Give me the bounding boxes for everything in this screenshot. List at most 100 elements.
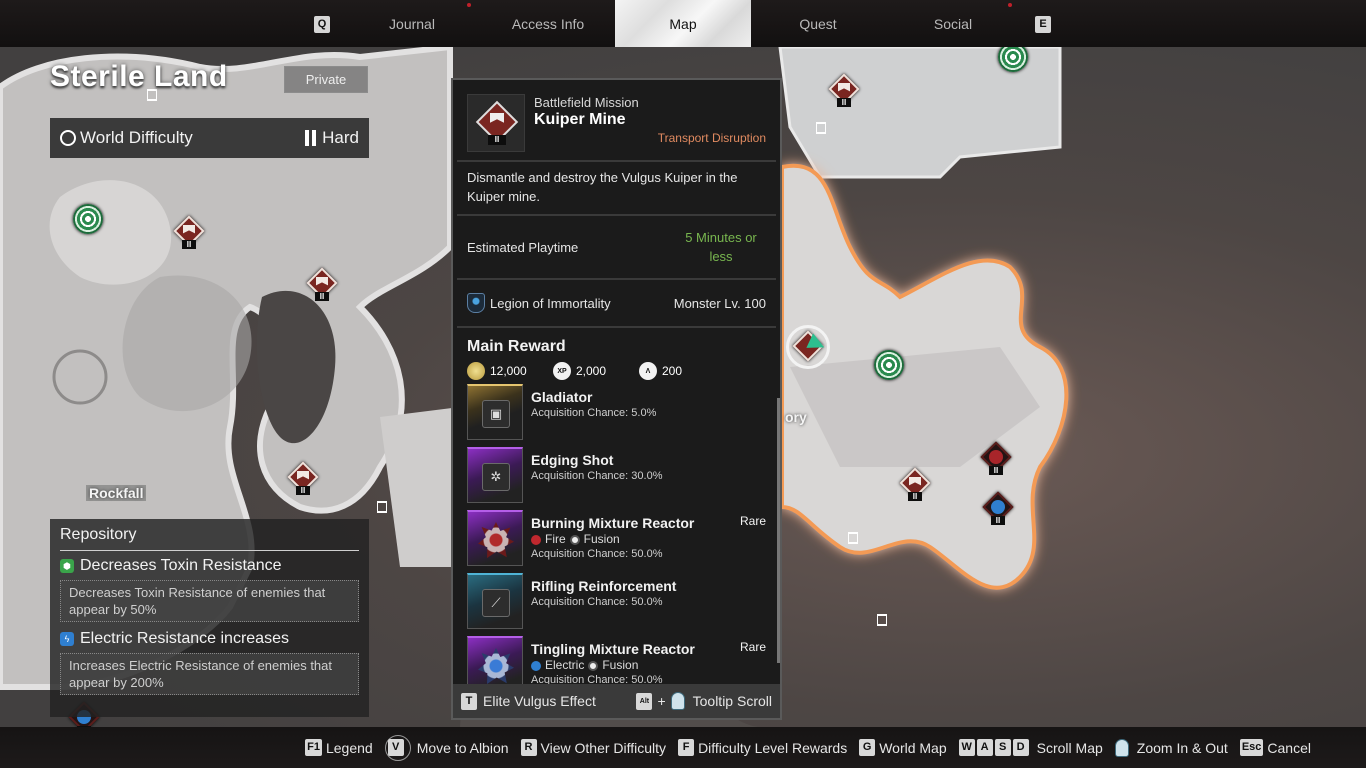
hint-cancel[interactable]: Esc Cancel	[1239, 739, 1311, 756]
notification-dot	[467, 3, 471, 7]
currency-gold: 12,000	[467, 362, 537, 380]
playtime-label: Estimated Playtime	[467, 239, 579, 255]
reward-thumbnail	[467, 510, 523, 566]
main-reward-title: Main Reward	[467, 338, 566, 355]
hint-move-to-albion[interactable]: V Move to Albion	[384, 734, 509, 761]
reward-thumbnail: ⟋	[467, 573, 523, 629]
gate-icon	[877, 614, 887, 626]
reward-list[interactable]: ▣ Gladiator Acquisition Chance: 5.0% ✲ E…	[453, 382, 780, 699]
mission-header: II Battlefield Mission Kuiper Mine Trans…	[453, 80, 780, 160]
reward-item[interactable]: ▣ Gladiator Acquisition Chance: 5.0%	[467, 384, 766, 447]
monster-level: Monster Lv. 100	[673, 295, 766, 311]
selected-mission-marker[interactable]	[786, 325, 830, 369]
gate-icon	[848, 532, 858, 544]
boss-marker-electric[interactable]: II	[980, 491, 1014, 526]
electric-icon	[991, 500, 1005, 514]
difficulty-value: Hard	[322, 128, 359, 147]
mastery-icon: Λ	[639, 362, 657, 380]
boss-marker-fire[interactable]: II	[978, 441, 1012, 476]
reward-thumbnail: ✲	[467, 447, 523, 503]
elite-effect-label[interactable]: Elite Vulgus Effect	[483, 693, 636, 709]
electric-icon	[531, 660, 541, 671]
gate-icon	[377, 501, 387, 513]
playtime-value: 5 Minutes or less	[685, 230, 757, 264]
repository-effect-title: ⬢ Decreases Toxin Resistance	[60, 557, 359, 575]
mission-marker[interactable]: II	[304, 267, 338, 302]
tooltip-footer: T Elite Vulgus Effect Alt + Tooltip Scro…	[453, 684, 780, 718]
difficulty-label: World Difficulty	[80, 128, 193, 147]
tab-social[interactable]: Social	[885, 0, 1021, 47]
module-icon: ⟋	[482, 589, 510, 617]
faction-shield-icon	[467, 293, 485, 313]
hint-difficulty-level-rewards[interactable]: F Difficulty Level Rewards	[678, 739, 847, 756]
notification-dot	[1008, 3, 1012, 7]
tooltip-scrollbar[interactable]	[777, 398, 780, 663]
map-label-partial: ory	[785, 409, 807, 425]
mission-description: Dismantle and destroy the Vulgus Kuiper …	[467, 170, 738, 204]
tab-map[interactable]: Map	[615, 0, 751, 47]
world-difficulty-icon	[60, 130, 76, 146]
reward-item[interactable]: ⟋ Rifling Reinforcement Acquisition Chan…	[467, 573, 766, 636]
region-title: Sterile Land	[50, 60, 228, 93]
repository-title: Repository	[60, 526, 359, 551]
prev-tab-key[interactable]: Q	[314, 16, 330, 33]
plus-sign: +	[657, 693, 666, 709]
mission-marker[interactable]: II	[897, 467, 931, 502]
mission-marker[interactable]: II	[826, 73, 860, 108]
tab-access-info[interactable]: Access Info	[480, 0, 616, 47]
mouse-wheel-icon	[1114, 738, 1129, 757]
bottom-hint-bar: F1 Legend V Move to Albion R View Other …	[0, 727, 1366, 768]
hint-legend[interactable]: F1 Legend	[305, 739, 373, 756]
mission-subtype: Transport Disruption	[657, 131, 766, 145]
mission-tooltip: II Battlefield Mission Kuiper Mine Trans…	[451, 78, 782, 720]
mission-title: Kuiper Mine	[534, 111, 626, 128]
xp-icon: XP	[553, 362, 571, 380]
battlefield-mission-icon: II	[467, 94, 525, 152]
reactor-icon	[478, 522, 514, 558]
gate-icon	[816, 122, 826, 134]
faction-name: Legion of Immortality	[490, 295, 611, 311]
fire-icon	[989, 450, 1003, 464]
hold-key-ring: V	[384, 734, 411, 761]
repository-effect-description: Decreases Toxin Resistance of enemies th…	[60, 580, 359, 622]
tab-journal[interactable]: Journal	[344, 0, 480, 47]
playtime-row: Estimated Playtime 5 Minutes or less	[453, 216, 780, 278]
fusion-icon	[588, 660, 599, 671]
electric-icon: ϟ	[60, 632, 74, 646]
world-difficulty-bar: World Difficulty Hard	[50, 118, 369, 158]
mission-marker[interactable]: II	[285, 461, 319, 496]
tooltip-scroll-label: Tooltip Scroll	[692, 693, 772, 709]
toxin-icon: ⬢	[60, 559, 74, 573]
alt-key: Alt	[636, 692, 653, 710]
mouse-wheel-icon	[670, 692, 685, 710]
session-type-badge: Private	[284, 66, 368, 93]
waypoint-icon[interactable]	[73, 204, 103, 234]
fusion-icon	[569, 534, 580, 545]
hint-scroll-map[interactable]: W A S D Scroll Map	[958, 739, 1103, 756]
reactor-icon	[478, 648, 514, 684]
reward-item[interactable]: ✲ Edging Shot Acquisition Chance: 30.0%	[467, 447, 766, 510]
waypoint-icon[interactable]	[874, 350, 904, 380]
currency-xp: XP 2,000	[553, 362, 623, 380]
mission-category: Battlefield Mission	[534, 95, 639, 110]
difficulty-tier-icon	[305, 130, 317, 146]
hint-world-map[interactable]: G World Map	[859, 739, 947, 756]
rarity-label: Rare	[739, 514, 766, 528]
module-icon: ✲	[482, 463, 510, 491]
repository-effect-title: ϟ Electric Resistance increases	[60, 630, 359, 648]
mission-marker[interactable]: II	[171, 215, 205, 250]
reward-item[interactable]: Burning Mixture Reactor Fire Fusion Acqu…	[467, 510, 766, 573]
repository-effect-description: Increases Electric Resistance of enemies…	[60, 653, 359, 695]
faction-row: Legion of Immortality Monster Lv. 100	[453, 280, 780, 326]
reward-thumbnail: ▣	[467, 384, 523, 440]
currency-mastery: Λ 200	[639, 362, 709, 380]
repository-panel: Repository ⬢ Decreases Toxin Resistance …	[50, 519, 369, 717]
fire-icon	[531, 534, 541, 545]
tab-quest[interactable]: Quest	[750, 0, 886, 47]
elite-effect-key[interactable]: T	[461, 692, 477, 710]
hint-zoom[interactable]: Zoom In & Out	[1114, 738, 1228, 757]
map-label-rockfall: Rockfall	[86, 485, 147, 501]
currency-rewards: 12,000 XP 2,000 Λ 200	[453, 360, 780, 382]
hint-view-other-difficulty[interactable]: R View Other Difficulty	[520, 739, 666, 756]
next-tab-key[interactable]: E	[1035, 16, 1051, 33]
